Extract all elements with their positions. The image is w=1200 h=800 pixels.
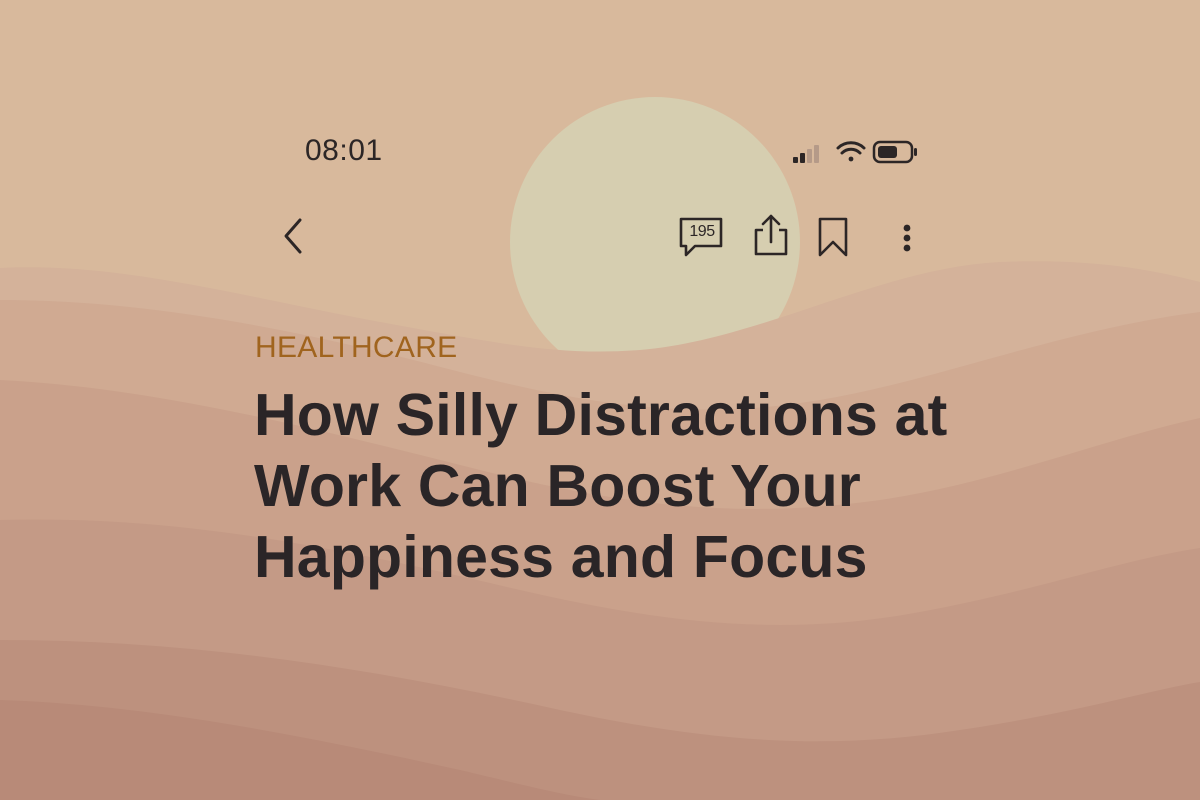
article-screen: 08:01 195 HEALTHCARE How Silly Distracti… [0,0,1200,800]
bookmark-icon[interactable] [815,216,851,258]
battery-icon [872,140,917,164]
article-category[interactable]: HEALTHCARE [255,331,457,365]
article-title: How Silly Distractions at Work Can Boost… [254,382,948,590]
wifi-icon [836,141,866,162]
status-icons [793,140,917,164]
more-vertical-icon[interactable] [895,219,919,257]
status-time: 08:01 [305,134,383,167]
comments-count[interactable]: 195 [685,223,719,241]
share-icon[interactable] [752,212,790,258]
back-chevron-icon[interactable] [278,214,310,258]
signal-icon [793,145,819,163]
